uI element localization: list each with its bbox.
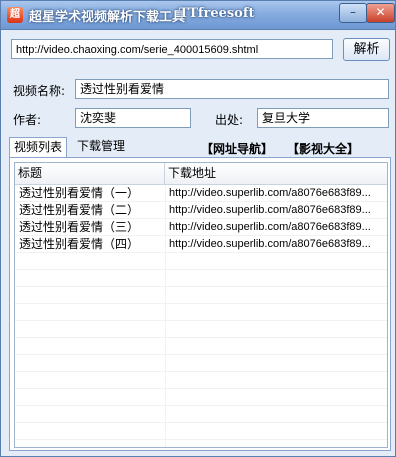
item-url: http://video.superlib.com/a8076e683f89..…	[169, 204, 371, 216]
list-item[interactable]: 透过性别看爱情（一） http://video.superlib.com/a80…	[15, 185, 387, 202]
author-field[interactable]: 沈奕斐	[75, 108, 191, 128]
close-button[interactable]: ✕	[366, 3, 395, 23]
column-header-title[interactable]: 标题	[15, 163, 165, 184]
column-header-url[interactable]: 下载地址	[165, 163, 387, 184]
url-input[interactable]: http://video.chaoxing.com/serie_40001560…	[11, 39, 333, 59]
app-window: 超 超星学术视频解析下载工具 TTfreesoft – ✕ http://vid…	[0, 0, 396, 457]
list-item[interactable]: 透过性别看爱情（二） http://video.superlib.com/a80…	[15, 202, 387, 219]
list-item[interactable]: 透过性别看爱情（三） http://video.superlib.com/a80…	[15, 219, 387, 236]
source-field[interactable]: 复旦大学	[257, 108, 389, 128]
item-title: 透过性别看爱情（四）	[19, 237, 140, 251]
item-url: http://video.superlib.com/a8076e683f89..…	[169, 187, 371, 199]
list-item[interactable]: 透过性别看爱情（四） http://video.superlib.com/a80…	[15, 236, 387, 253]
author-label: 作者:	[13, 113, 42, 127]
list-header: 标题 下载地址	[15, 163, 387, 185]
tab-panel: 标题 下载地址 透过性别看爱情（一） http://video.superlib…	[9, 157, 391, 451]
item-title: 透过性别看爱情（一）	[19, 186, 140, 200]
brand-label: TTfreesoft	[179, 6, 255, 21]
parse-button[interactable]: 解析	[343, 38, 390, 61]
item-url: http://video.superlib.com/a8076e683f89..…	[169, 238, 371, 250]
video-name-field[interactable]: 透过性别看爱情	[75, 79, 389, 99]
app-logo-icon: 超	[7, 7, 23, 23]
videos-link[interactable]: 【影视大全】	[287, 140, 359, 157]
item-title: 透过性别看爱情（二）	[19, 203, 140, 217]
list-rows: 透过性别看爱情（一） http://video.superlib.com/a80…	[15, 185, 387, 253]
item-title: 透过性别看爱情（三）	[19, 220, 140, 234]
minimize-button[interactable]: –	[339, 3, 367, 23]
nav-link[interactable]: 【网址导航】	[201, 140, 273, 157]
video-name-label: 视频名称:	[13, 84, 66, 98]
source-label: 出处:	[215, 113, 244, 127]
title-bar[interactable]: 超 超星学术视频解析下载工具 TTfreesoft – ✕	[1, 1, 395, 30]
video-list[interactable]: 标题 下载地址 透过性别看爱情（一） http://video.superlib…	[14, 162, 388, 448]
window-title: 超星学术视频解析下载工具	[29, 10, 186, 25]
tab-video-list[interactable]: 视频列表	[9, 137, 67, 158]
item-url: http://video.superlib.com/a8076e683f89..…	[169, 221, 371, 233]
tab-download-manager[interactable]: 下载管理	[71, 137, 131, 157]
